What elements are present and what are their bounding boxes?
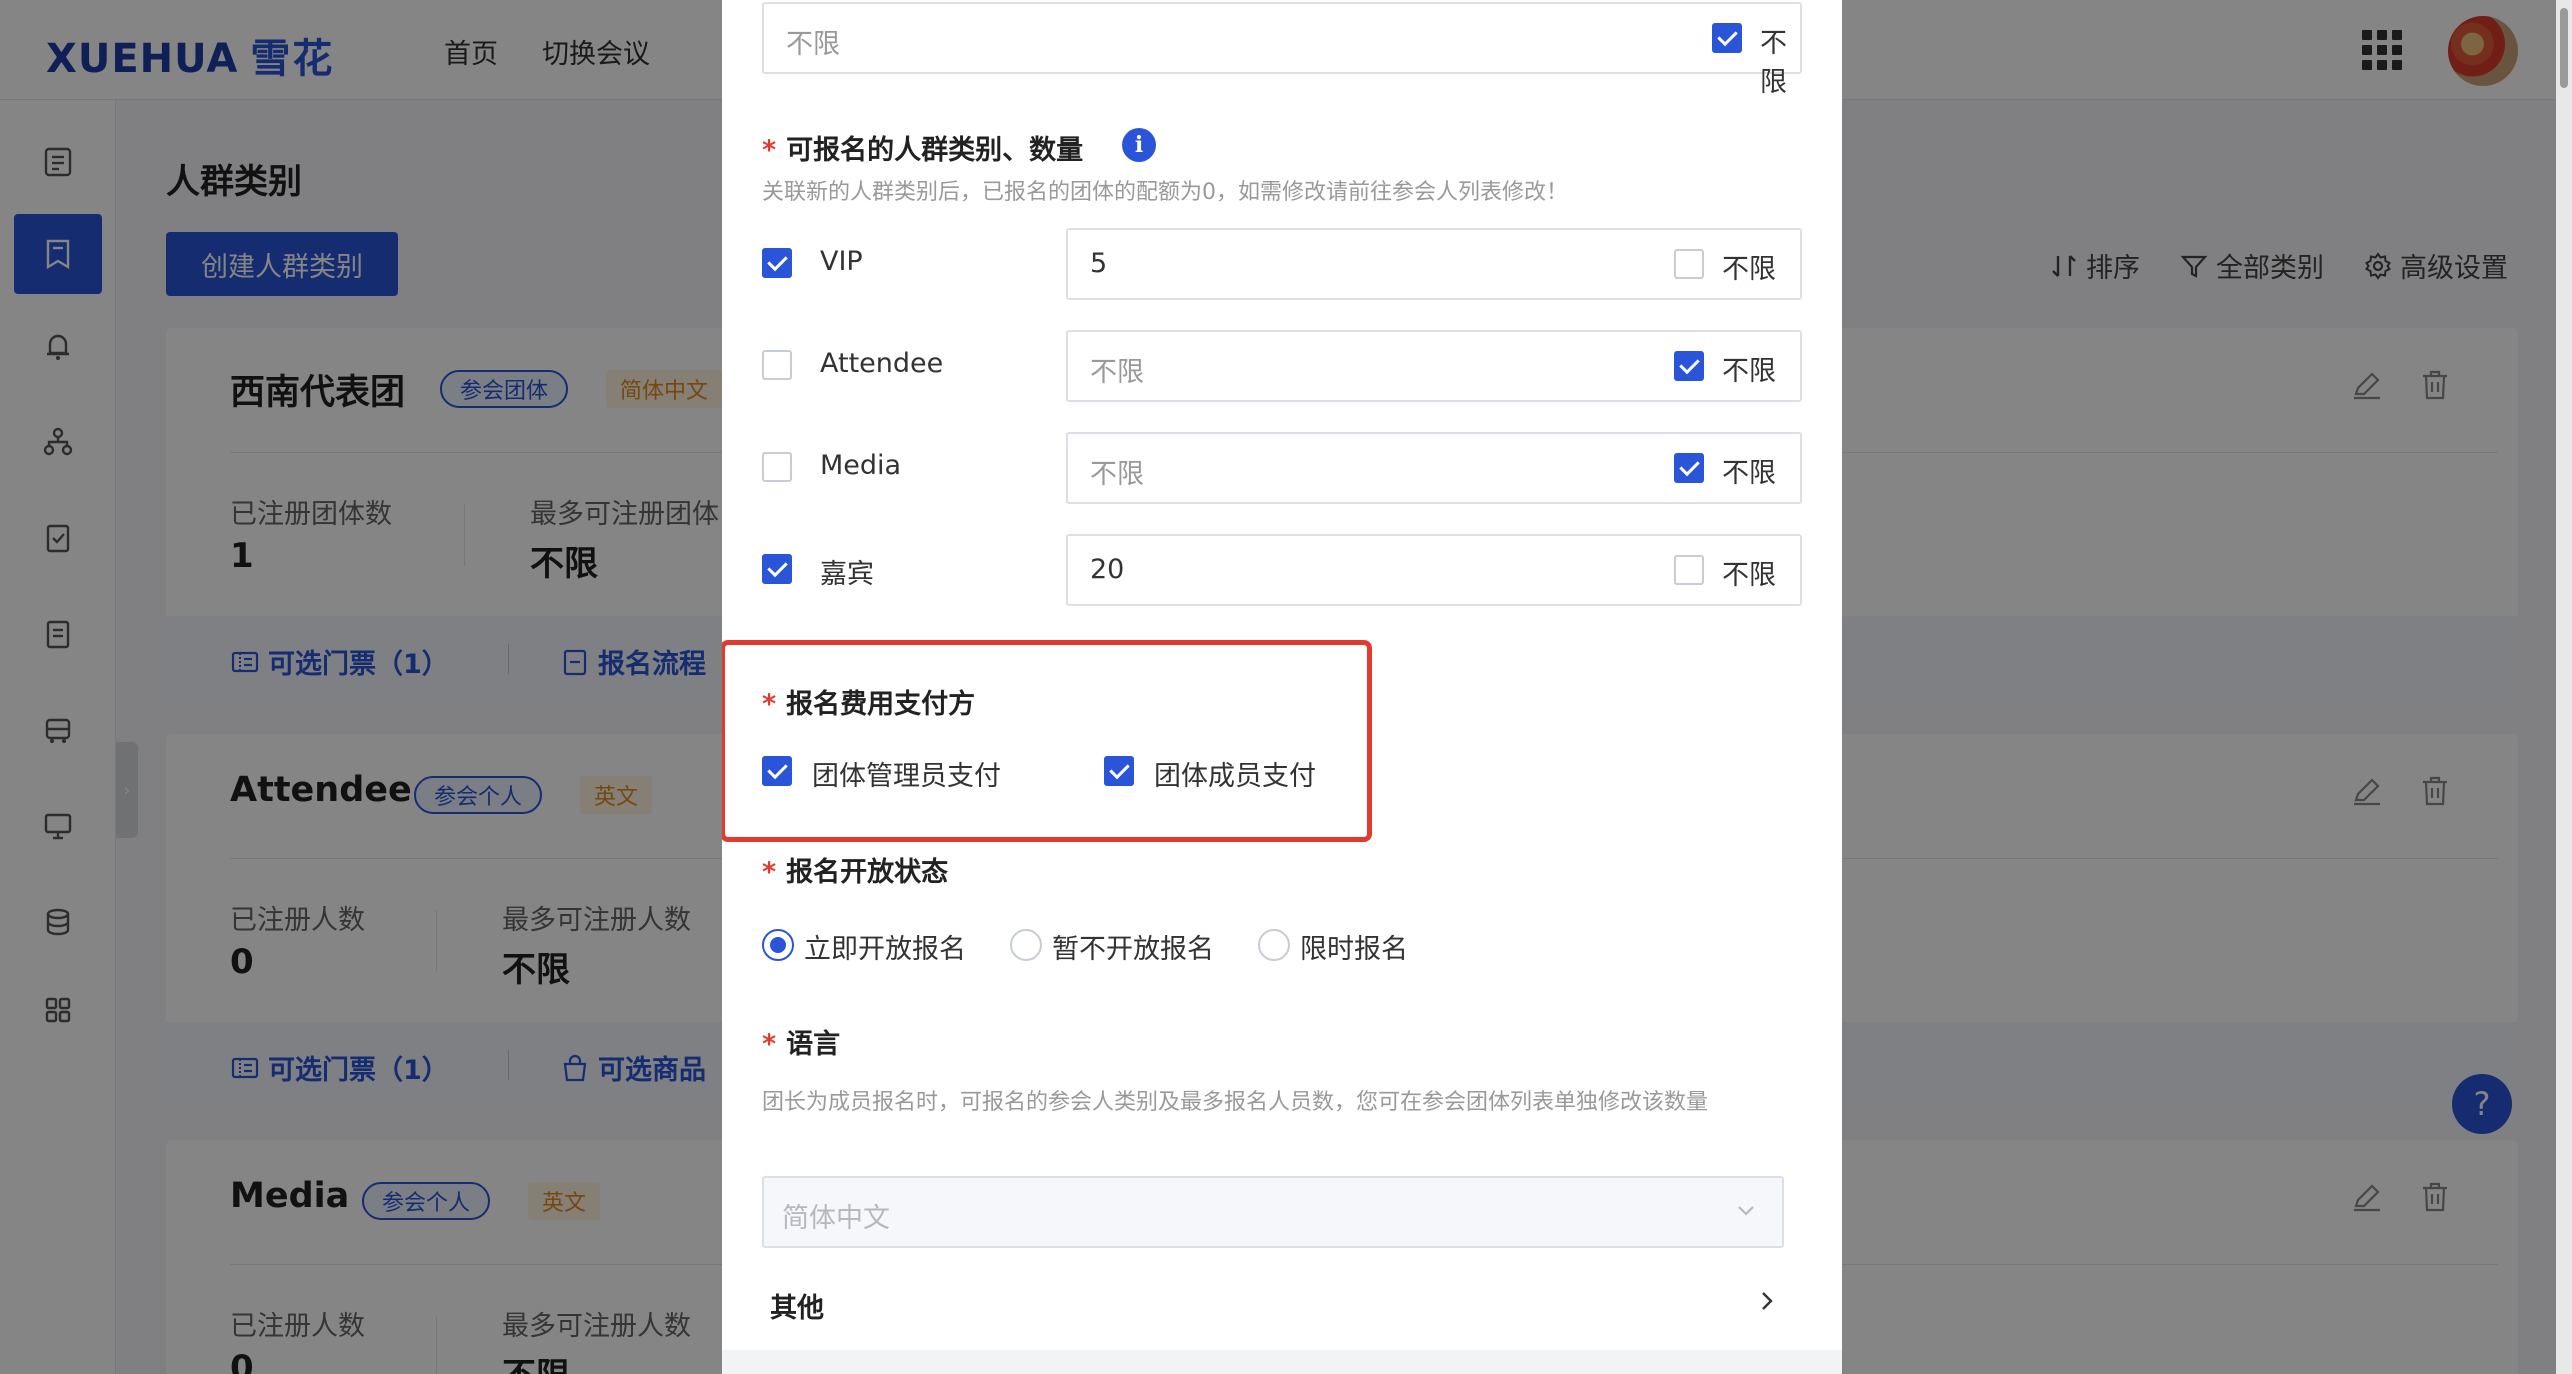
quota-field[interactable]: 不限 不限 [762, 2, 1802, 98]
category-label: 嘉宾 [820, 559, 874, 590]
payer-admin-label: 团体管理员支付 [812, 761, 1001, 792]
language-select-value: 简体中文 [782, 1203, 890, 1234]
category-checkbox-attendee[interactable] [762, 350, 792, 380]
dialog-footer-edge [722, 1350, 1842, 1374]
quota-value: 20 [1090, 554, 1125, 585]
category-label: Media [820, 450, 902, 481]
status-section-title: * 报名开放状态 [762, 850, 948, 889]
category-label: Attendee [820, 348, 944, 379]
category-quota-input[interactable]: 不限 不限 [1066, 432, 1802, 504]
language-title-text: 语言 [786, 1029, 841, 1060]
status-label: 限时报名 [1300, 934, 1408, 965]
payer-title-text: 报名费用支付方 [786, 689, 976, 720]
status-label: 立即开放报名 [804, 934, 966, 965]
payer-member-label: 团体成员支付 [1154, 761, 1316, 792]
required-mark: * [762, 689, 777, 720]
status-radio-closed[interactable] [1010, 929, 1042, 961]
categories-title-text: 可报名的人群类别、数量 [786, 135, 1084, 166]
unlimited-checkbox[interactable] [1674, 351, 1704, 381]
payer-section-title: * 报名费用支付方 [762, 682, 975, 721]
language-select[interactable]: 简体中文 [762, 1176, 1784, 1248]
unlimited-checkbox[interactable] [1674, 555, 1704, 585]
edit-category-dialog: 不限 不限 * 可报名的人群类别、数量 i 关联新的人群类别后，已报名的团体的配额… [722, 0, 1842, 1374]
quota-field-value: 不限 [786, 29, 840, 60]
language-hint: 团长为成员报名时，可报名的参会人类别及最多报名人员数，您可在参会团体列表单独修改… [762, 1090, 1709, 1115]
status-label: 暂不开放报名 [1052, 934, 1214, 965]
highlight-box [722, 640, 1372, 842]
unlimited-checkbox[interactable] [1674, 453, 1704, 483]
status-radio-timed[interactable] [1258, 929, 1290, 961]
window-scrollbar[interactable] [2556, 0, 2572, 1374]
required-mark: * [762, 1029, 777, 1060]
chevron-down-icon [1738, 1206, 1754, 1216]
unlimited-label: 不限 [1722, 356, 1776, 387]
required-mark: * [762, 135, 777, 166]
quota-value: 不限 [1090, 459, 1144, 490]
unlimited-label: 不限 [1722, 560, 1776, 591]
quota-value: 不限 [1090, 357, 1144, 388]
unlimited-label: 不限 [1760, 28, 1787, 98]
unlimited-label: 不限 [1722, 458, 1776, 489]
required-mark: * [762, 857, 777, 888]
categories-hint: 关联新的人群类别后，已报名的团体的配额为0，如需修改请前往参会人列表修改！ [762, 180, 1568, 205]
info-icon[interactable]: i [1122, 128, 1156, 162]
unlimited-label: 不限 [1722, 254, 1776, 285]
status-radio-open-now[interactable] [762, 929, 794, 961]
payer-member-checkbox[interactable] [1104, 756, 1134, 786]
category-quota-input[interactable]: 5 不限 [1066, 228, 1802, 300]
category-checkbox-media[interactable] [762, 452, 792, 482]
payer-admin-checkbox[interactable] [762, 756, 792, 786]
category-checkbox-guest[interactable] [762, 554, 792, 584]
categories-section-title: * 可报名的人群类别、数量 [762, 128, 1083, 167]
category-quota-input[interactable]: 不限 不限 [1066, 330, 1802, 402]
chevron-right-icon[interactable] [1754, 1286, 1780, 1316]
scrollbar-thumb[interactable] [2560, 8, 2568, 88]
category-label: VIP [820, 246, 863, 277]
quota-value: 5 [1090, 248, 1108, 279]
unlimited-checkbox[interactable] [1712, 23, 1742, 53]
unlimited-checkbox[interactable] [1674, 249, 1704, 279]
other-section-toggle[interactable]: 其他 [770, 1286, 824, 1325]
status-title-text: 报名开放状态 [786, 857, 949, 888]
language-section-title: * 语言 [762, 1022, 840, 1061]
category-quota-input[interactable]: 20 不限 [1066, 534, 1802, 606]
category-checkbox-vip[interactable] [762, 248, 792, 278]
